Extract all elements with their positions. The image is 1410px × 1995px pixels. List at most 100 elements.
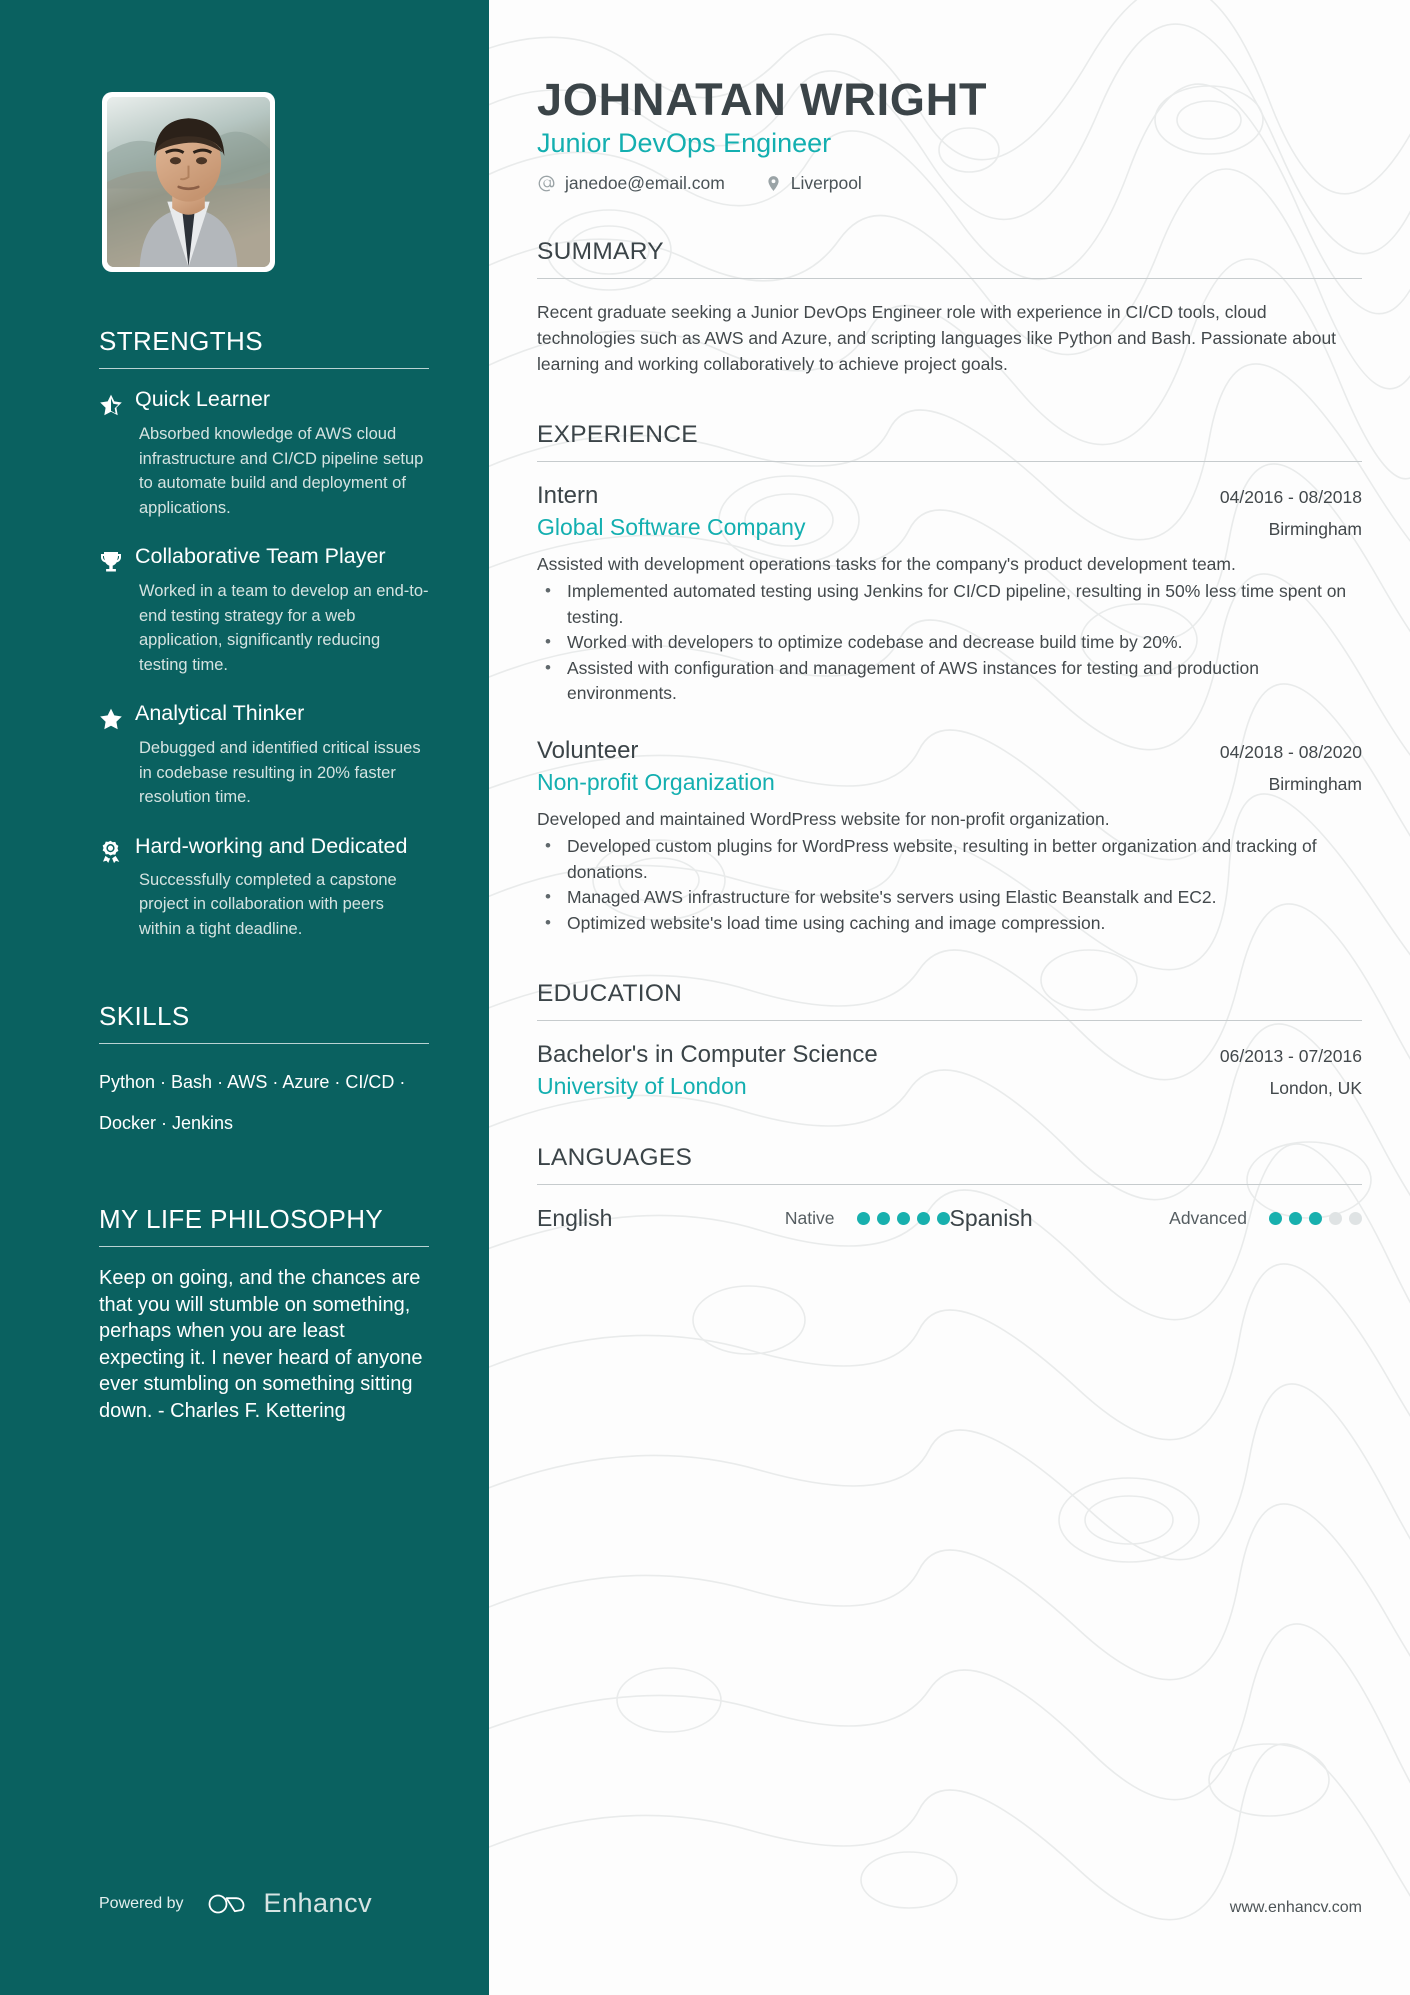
languages-section: LANGUAGES English Native Spanish Advance…	[537, 1144, 1362, 1232]
powered-by-label: Powered by	[99, 1894, 184, 1912]
entry-header: Volunteer 04/2018 - 08/2020	[537, 737, 1362, 765]
language-item: English Native	[537, 1205, 950, 1232]
proficiency-dot	[1289, 1212, 1302, 1226]
strength-description: Worked in a team to develop an end-to-en…	[139, 582, 429, 674]
experience-entry: Intern 04/2016 - 08/2018 Global Software…	[537, 482, 1362, 707]
proficiency-dot	[916, 1212, 930, 1226]
section-divider	[537, 460, 1362, 462]
experience-heading: EXPERIENCE	[537, 420, 698, 448]
education-heading: EDUCATION	[537, 980, 683, 1008]
language-level: Native	[784, 1208, 835, 1229]
strengths-heading: STRENGTHS	[99, 326, 263, 356]
experience-section: EXPERIENCE Intern 04/2016 - 08/2018 Glob…	[537, 421, 1362, 937]
avatar	[102, 92, 275, 272]
language-item: Spanish Advanced	[949, 1205, 1362, 1232]
contact-email[interactable]: janedoe@email.com	[537, 173, 725, 194]
strength-title: Hard-working and Dedicated	[135, 833, 408, 858]
portrait-illustration	[107, 97, 270, 267]
philosophy-section: MY LIFE PHILOSOPHY Keep on going, and th…	[99, 1204, 429, 1424]
section-divider	[537, 1020, 1362, 1022]
strength-item: Quick Learner	[99, 387, 429, 417]
entry-subheader: Global Software Company Birmingham	[537, 514, 1362, 541]
language-name: Spanish	[949, 1205, 1033, 1232]
enhancv-logo-icon	[206, 1890, 252, 1918]
experience-entry: Volunteer 04/2018 - 08/2020 Non-profit O…	[537, 737, 1362, 937]
education-section: EDUCATION Bachelor's in Computer Science…	[537, 980, 1362, 1100]
philosophy-quote: Keep on going, and the chances are that …	[99, 1267, 423, 1422]
strength-title: Quick Learner	[135, 387, 271, 411]
proficiency-dot	[1329, 1212, 1342, 1226]
job-bullets: Developed custom plugins for WordPress w…	[537, 833, 1362, 936]
degree-name: Bachelor's in Computer Science	[537, 1041, 878, 1069]
entry-header: Intern 04/2016 - 08/2018	[537, 482, 1362, 510]
strength-description: Absorbed knowledge of AWS cloud infrastr…	[139, 425, 424, 517]
bullet-item: Managed AWS infrastructure for website's…	[537, 884, 1362, 911]
job-title: Junior DevOps Engineer	[537, 127, 832, 158]
bullet-item: Developed custom plugins for WordPress w…	[537, 833, 1362, 885]
resume-page: STRENGTHS Quick Learner Absorbed knowled…	[0, 0, 1410, 1995]
proficiency-dot	[1309, 1212, 1322, 1226]
enhancv-wordmark: Enhancv	[263, 1888, 373, 1918]
language-proficiency-dots	[1269, 1212, 1362, 1226]
proficiency-dot	[856, 1212, 870, 1226]
education-location: London, UK	[1269, 1078, 1362, 1099]
proficiency-dot	[896, 1212, 910, 1226]
company-name[interactable]: Non-profit Organization	[537, 769, 775, 796]
profile-photo	[107, 97, 270, 267]
job-bullets: Implemented automated testing using Jenk…	[537, 578, 1362, 707]
email-icon	[537, 174, 556, 193]
job-role: Volunteer	[537, 736, 639, 764]
half-star-icon	[99, 387, 135, 417]
job-location: Birmingham	[1268, 773, 1362, 794]
trophy-icon	[99, 544, 135, 574]
strength-description: Debugged and identified critical issues …	[139, 739, 421, 806]
page-title: JOHNATAN WRIGHT	[537, 74, 988, 125]
strength-description: Successfully completed a capstone projec…	[139, 870, 397, 938]
section-divider	[99, 368, 429, 369]
contact-location: Liverpool	[765, 173, 862, 194]
strengths-section: STRENGTHS Quick Learner Absorbed knowled…	[99, 326, 429, 941]
philosophy-heading: MY LIFE PHILOSOPHY	[99, 1204, 384, 1234]
entry-subheader: Non-profit Organization Birmingham	[537, 769, 1362, 796]
strength-item: Analytical Thinker	[99, 701, 429, 731]
skills-section: SKILLS Python · Bash · AWS · Azure · CI/…	[99, 1001, 429, 1144]
education-entry: Bachelor's in Computer Science 06/2013 -…	[537, 1041, 1362, 1100]
email-text: janedoe@email.com	[565, 172, 725, 193]
sidebar: STRENGTHS Quick Learner Absorbed knowled…	[0, 0, 489, 1995]
bullet-item: Implemented automated testing using Jenk…	[537, 578, 1362, 630]
education-dates: 06/2013 - 07/2016	[1219, 1046, 1362, 1067]
company-name[interactable]: Global Software Company	[537, 514, 805, 541]
job-dates: 04/2018 - 08/2020	[1219, 741, 1362, 762]
job-dates: 04/2016 - 08/2018	[1219, 486, 1362, 507]
strength-title: Collaborative Team Player	[135, 544, 386, 568]
strength-title: Analytical Thinker	[135, 701, 305, 725]
language-level: Advanced	[1169, 1208, 1247, 1229]
job-location: Birmingham	[1268, 518, 1362, 539]
section-divider	[99, 1043, 429, 1044]
award-ribbon-icon	[99, 834, 135, 863]
strength-item: Hard-working and Dedicated	[99, 834, 429, 863]
enhancv-brand[interactable]: Enhancv	[206, 1888, 373, 1919]
proficiency-dot	[1269, 1212, 1282, 1226]
website-footer[interactable]: www.enhancv.com	[1230, 1899, 1362, 1917]
proficiency-dot	[1349, 1212, 1362, 1226]
job-description: Developed and maintained WordPress websi…	[537, 808, 1110, 829]
summary-heading: SUMMARY	[537, 237, 664, 265]
section-divider	[537, 1184, 1362, 1186]
proficiency-dot	[876, 1212, 890, 1226]
language-proficiency-dots	[856, 1212, 950, 1226]
sidebar-footer: Powered by Enhancv	[99, 1888, 372, 1919]
proficiency-dot	[936, 1212, 950, 1226]
languages-heading: LANGUAGES	[537, 1144, 693, 1172]
languages-row: English Native Spanish Advanced	[537, 1205, 1362, 1232]
section-divider	[99, 1246, 429, 1247]
main-content: JOHNATAN WRIGHT Junior DevOps Engineer j…	[489, 0, 1410, 1995]
institution-name[interactable]: University of London	[537, 1073, 747, 1100]
language-name: English	[537, 1205, 613, 1232]
summary-section: SUMMARY Recent graduate seeking a Junior…	[537, 238, 1362, 377]
summary-text: Recent graduate seeking a Junior DevOps …	[537, 301, 1337, 374]
contact-info: janedoe@email.com Liverpool	[537, 173, 1362, 194]
job-description: Assisted with development operations tas…	[537, 553, 1236, 574]
location-text: Liverpool	[790, 172, 862, 193]
location-pin-icon	[765, 174, 782, 193]
